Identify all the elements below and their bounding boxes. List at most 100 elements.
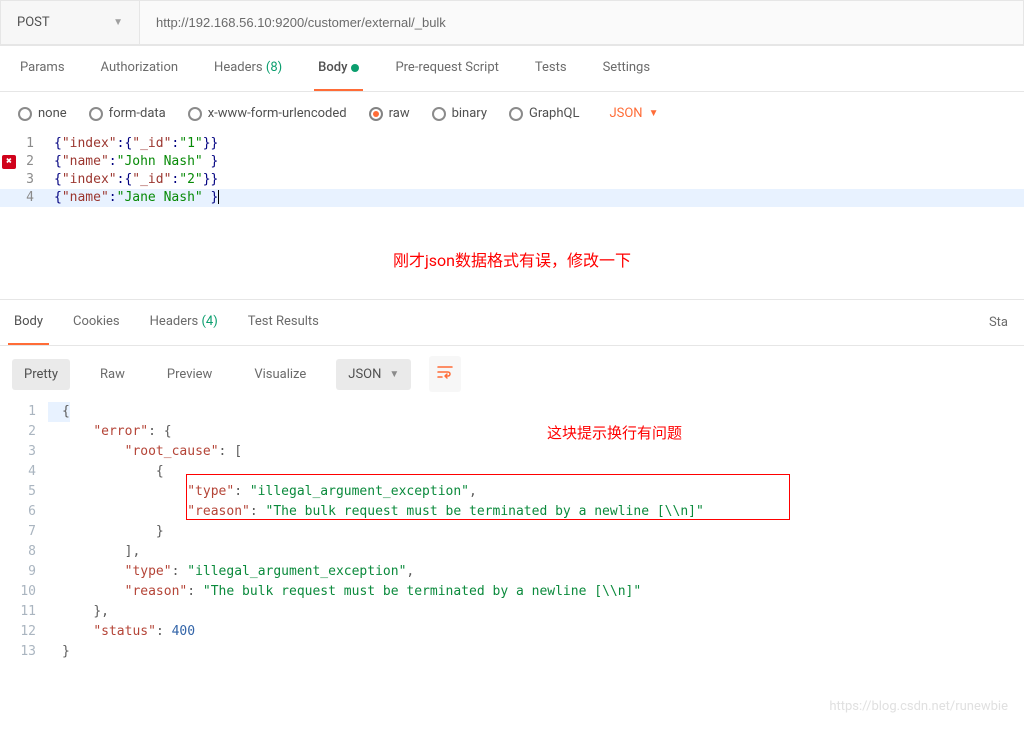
response-format-select[interactable]: JSON ▼ bbox=[336, 359, 411, 390]
code-content: {"index":{"_id":"1"}} bbox=[42, 135, 218, 153]
body-option-form-data[interactable]: form-data bbox=[89, 106, 166, 121]
content-type-select[interactable]: JSON▼ bbox=[609, 106, 658, 121]
response-code-content: { bbox=[48, 462, 164, 482]
body-option-label: binary bbox=[452, 106, 487, 121]
request-body-editor[interactable]: 1{"index":{"_id":"1"}}2✖{"name":"John Na… bbox=[0, 135, 1024, 207]
response-line-number: 5 bbox=[0, 482, 48, 502]
response-status-label: Sta bbox=[989, 315, 1016, 330]
body-option-binary[interactable]: binary bbox=[432, 106, 487, 121]
body-option-label: x-www-form-urlencoded bbox=[208, 106, 347, 121]
chevron-down-icon: ▼ bbox=[389, 369, 399, 380]
line-gutter: 2✖ bbox=[0, 153, 42, 171]
tab-settings[interactable]: Settings bbox=[599, 46, 654, 91]
body-option-GraphQL[interactable]: GraphQL bbox=[509, 106, 579, 121]
response-line[interactable]: 5 "type": "illegal_argument_exception", bbox=[0, 482, 1024, 502]
response-line[interactable]: 3 "root_cause": [ bbox=[0, 442, 1024, 462]
response-line-number: 3 bbox=[0, 442, 48, 462]
resp-view-raw[interactable]: Raw bbox=[88, 359, 137, 390]
response-toolbar: Pretty Raw Preview Visualize JSON ▼ bbox=[0, 346, 1024, 402]
response-line[interactable]: 4 { bbox=[0, 462, 1024, 482]
error-icon: ✖ bbox=[2, 155, 16, 169]
response-code-content: "reason": "The bulk request must be term… bbox=[48, 502, 704, 522]
response-line[interactable]: 7 } bbox=[0, 522, 1024, 542]
response-line-number: 8 bbox=[0, 542, 48, 562]
wrap-lines-icon[interactable] bbox=[429, 356, 461, 392]
response-line-number: 6 bbox=[0, 502, 48, 522]
http-method-label: POST bbox=[17, 15, 50, 30]
text-cursor bbox=[218, 190, 219, 204]
tab-authorization[interactable]: Authorization bbox=[97, 46, 183, 91]
response-line-number: 12 bbox=[0, 622, 48, 642]
resp-tab-body[interactable]: Body bbox=[8, 300, 49, 345]
response-line[interactable]: 6 "reason": "The bulk request must be te… bbox=[0, 502, 1024, 522]
resp-view-pretty[interactable]: Pretty bbox=[12, 359, 70, 390]
request-tabs: Params Authorization Headers (8) Body Pre-re… bbox=[0, 46, 1024, 92]
resp-tab-test-results[interactable]: Test Results bbox=[242, 300, 325, 345]
body-option-x-www-form-urlencoded[interactable]: x-www-form-urlencoded bbox=[188, 106, 347, 121]
tab-badge: (8) bbox=[263, 60, 283, 75]
response-line[interactable]: 8 ], bbox=[0, 542, 1024, 562]
editor-line[interactable]: 4{"name":"Jane Nash" } bbox=[0, 189, 1024, 207]
response-line[interactable]: 10 "reason": "The bulk request must be t… bbox=[0, 582, 1024, 602]
radio-icon bbox=[369, 107, 383, 121]
response-line-number: 13 bbox=[0, 642, 48, 662]
response-code-content: { bbox=[48, 402, 70, 422]
body-option-label: form-data bbox=[109, 106, 166, 121]
response-line[interactable]: 1{ bbox=[0, 402, 1024, 422]
http-method-select[interactable]: POST ▼ bbox=[0, 0, 140, 45]
response-code-content: "status": 400 bbox=[48, 622, 195, 642]
body-option-label: raw bbox=[389, 106, 410, 121]
tab-headers[interactable]: Headers (8) bbox=[210, 46, 286, 91]
tab-pre-request-script[interactable]: Pre-request Script bbox=[391, 46, 502, 91]
response-line-number: 4 bbox=[0, 462, 48, 482]
response-line[interactable]: 12 "status": 400 bbox=[0, 622, 1024, 642]
resp-tab-badge: (4) bbox=[198, 314, 218, 329]
editor-line[interactable]: 1{"index":{"_id":"1"}} bbox=[0, 135, 1024, 153]
response-line-number: 1 bbox=[0, 402, 48, 422]
response-line[interactable]: 13} bbox=[0, 642, 1024, 662]
resp-tab-headers[interactable]: Headers (4) bbox=[144, 300, 224, 345]
modified-dot-icon bbox=[351, 64, 359, 72]
body-option-label: GraphQL bbox=[529, 106, 579, 121]
annotation-label: 这块提示换行有问题 bbox=[547, 422, 682, 443]
response-format-label: JSON bbox=[348, 367, 381, 382]
response-code-content: "root_cause": [ bbox=[48, 442, 242, 462]
response-code-content: "error": { bbox=[48, 422, 172, 442]
response-code-content: "reason": "The bulk request must be term… bbox=[48, 582, 641, 602]
line-gutter: 4 bbox=[0, 189, 42, 207]
response-line[interactable]: 11 }, bbox=[0, 602, 1024, 622]
response-code-content: "type": "illegal_argument_exception", bbox=[48, 562, 414, 582]
response-line[interactable]: 9 "type": "illegal_argument_exception", bbox=[0, 562, 1024, 582]
editor-line[interactable]: 2✖{"name":"John Nash" } bbox=[0, 153, 1024, 171]
radio-icon bbox=[432, 107, 446, 121]
url-input[interactable] bbox=[140, 0, 1024, 45]
resp-view-visualize[interactable]: Visualize bbox=[242, 359, 318, 390]
response-body[interactable]: 这块提示换行有问题 1{2 "error": {3 "root_cause": … bbox=[0, 402, 1024, 662]
response-line-number: 10 bbox=[0, 582, 48, 602]
response-line-number: 7 bbox=[0, 522, 48, 542]
line-gutter: 3 bbox=[0, 171, 42, 189]
body-type-options: none form-data x-www-form-urlencoded raw bin… bbox=[0, 92, 1024, 135]
radio-icon bbox=[18, 107, 32, 121]
radio-icon bbox=[509, 107, 523, 121]
response-code-content: "type": "illegal_argument_exception", bbox=[48, 482, 477, 502]
response-tabs: Body Cookies Headers (4) Test Results Sta bbox=[0, 299, 1024, 346]
editor-line[interactable]: 3{"index":{"_id":"2"}} bbox=[0, 171, 1024, 189]
radio-icon bbox=[89, 107, 103, 121]
code-content: {"index":{"_id":"2"}} bbox=[42, 171, 218, 189]
tab-params[interactable]: Params bbox=[16, 46, 69, 91]
body-option-none[interactable]: none bbox=[18, 106, 67, 121]
tab-body[interactable]: Body bbox=[314, 46, 363, 91]
response-line[interactable]: 2 "error": { bbox=[0, 422, 1024, 442]
radio-icon bbox=[188, 107, 202, 121]
resp-view-preview[interactable]: Preview bbox=[155, 359, 224, 390]
body-option-label: none bbox=[38, 106, 67, 121]
body-option-raw[interactable]: raw bbox=[369, 106, 410, 121]
response-code-content: }, bbox=[48, 602, 109, 622]
resp-tab-cookies[interactable]: Cookies bbox=[67, 300, 126, 345]
code-content: {"name":"John Nash" } bbox=[42, 153, 218, 171]
tab-tests[interactable]: Tests bbox=[531, 46, 571, 91]
response-line-number: 11 bbox=[0, 602, 48, 622]
chevron-down-icon: ▼ bbox=[113, 17, 123, 28]
code-content: {"name":"Jane Nash" } bbox=[42, 189, 219, 207]
